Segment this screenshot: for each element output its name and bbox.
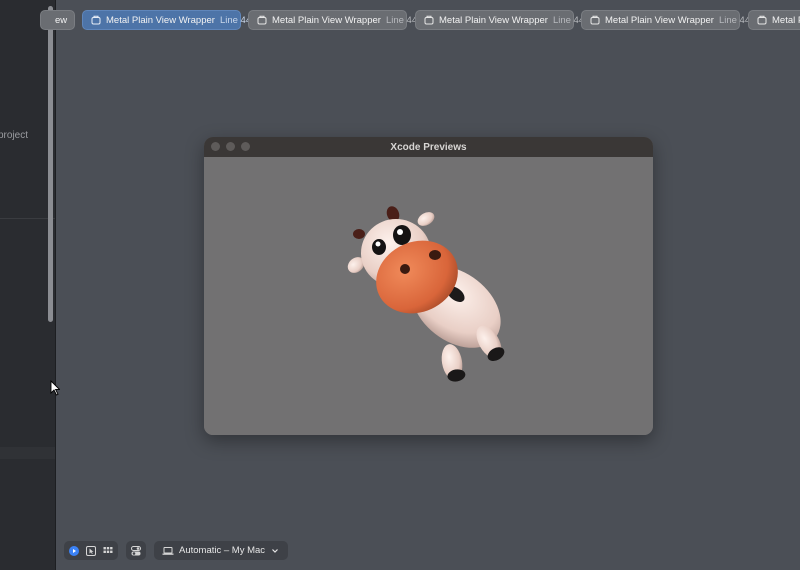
sidebar-row[interactable] xyxy=(0,447,55,459)
tab-preview-3[interactable]: Metal Plain View Wrapper Line 44 xyxy=(415,10,584,30)
tab-label: Metal Plain View Wrapper xyxy=(106,14,215,26)
preview-tab-icon xyxy=(590,15,600,25)
tab-preview-4[interactable]: Metal Plain View Wrapper Line 44 xyxy=(581,10,750,30)
tab-line-number: Line 44 xyxy=(552,14,585,26)
tab-line-number: Line 44 xyxy=(219,14,252,26)
selectable-mode-icon[interactable] xyxy=(86,545,96,556)
tab-preview-5[interactable]: Metal Plain xyxy=(748,10,800,30)
preview-tab-icon xyxy=(424,15,434,25)
cow-3d-model xyxy=(347,206,505,382)
preview-canvas[interactable] xyxy=(204,157,653,435)
zoom-window-button[interactable] xyxy=(241,142,250,151)
mouse-pointer-icon xyxy=(50,380,60,396)
sidebar-divider xyxy=(0,218,55,219)
window-titlebar[interactable]: Xcode Previews xyxy=(204,137,653,157)
preview-canvas-toolbar: Automatic – My Mac xyxy=(64,541,289,560)
tab-label: Metal Plain xyxy=(772,14,800,26)
tab-label: ew xyxy=(55,14,68,26)
canvas-settings-group xyxy=(126,541,146,560)
sidebar-project-label[interactable]: project xyxy=(0,130,28,141)
minimize-window-button[interactable] xyxy=(226,142,235,151)
laptop-icon xyxy=(162,546,174,556)
run-destination-label: Automatic – My Mac xyxy=(179,545,266,556)
run-destination-selector[interactable]: Automatic – My Mac xyxy=(154,541,289,560)
tab-label: Metal Plain View Wrapper xyxy=(272,14,381,26)
close-window-button[interactable] xyxy=(211,142,220,151)
preview-tab-strip: ew Metal Plain View Wrapper Line 44 Meta… xyxy=(0,10,800,32)
preview-tab-icon xyxy=(257,15,267,25)
tab-preview-2[interactable]: Metal Plain View Wrapper Line 44 xyxy=(248,10,417,30)
sidebar-scrollbar[interactable] xyxy=(48,6,53,322)
tab-line-number: Line 44 xyxy=(385,14,418,26)
preview-mode-group xyxy=(64,541,118,560)
device-settings-icon[interactable] xyxy=(131,545,141,556)
chevron-down-icon xyxy=(270,546,280,556)
tab-label: Metal Plain View Wrapper xyxy=(439,14,548,26)
tab-preview-0[interactable]: ew xyxy=(40,10,75,30)
tab-preview-1[interactable]: Metal Plain View Wrapper Line 44 xyxy=(82,10,251,30)
tab-label: Metal Plain View Wrapper xyxy=(605,14,714,26)
xcode-previews-window: Xcode Previews xyxy=(204,137,653,435)
live-preview-button[interactable] xyxy=(69,545,79,556)
window-controls xyxy=(211,142,250,151)
window-title: Xcode Previews xyxy=(390,141,467,153)
variants-grid-icon[interactable] xyxy=(103,546,113,556)
navigator-sidebar: project xyxy=(0,0,56,570)
tab-line-number: Line 44 xyxy=(718,14,751,26)
preview-tab-icon xyxy=(91,15,101,25)
preview-tab-icon xyxy=(757,15,767,25)
